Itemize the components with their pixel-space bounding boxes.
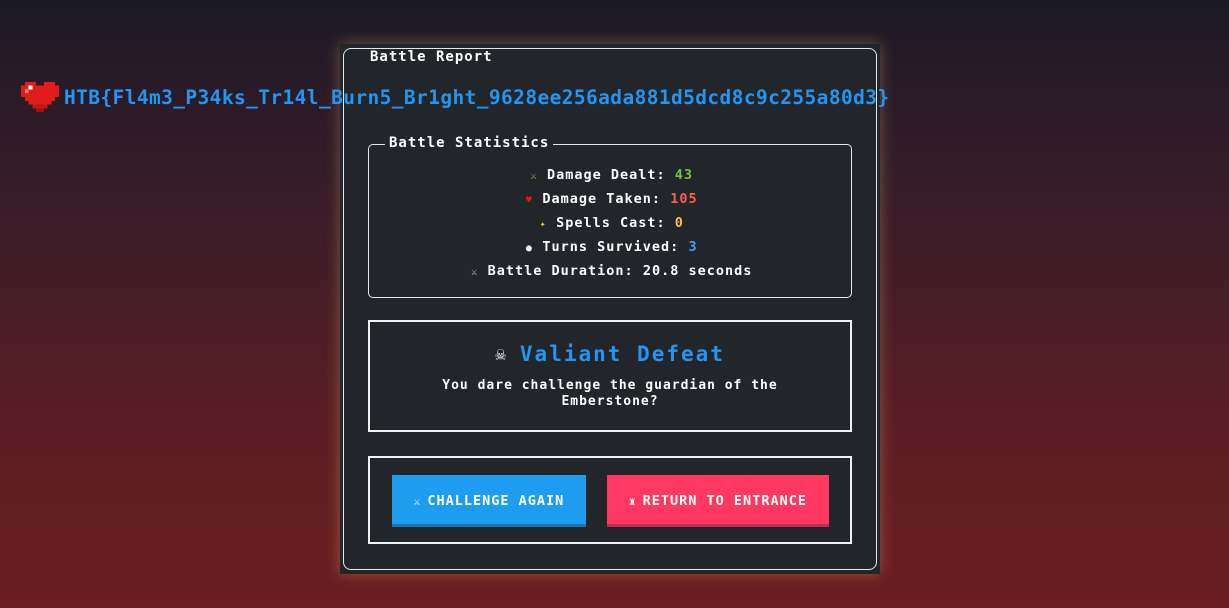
stat-value: 3 <box>688 239 698 255</box>
heart-icon: ♥ <box>525 195 533 206</box>
stat-value: 105 <box>670 191 698 207</box>
challenge-again-label: CHALLENGE AGAIN <box>427 492 565 509</box>
crossed-swords-icon: ⚔ <box>471 267 479 278</box>
result-title: Valiant Defeat <box>519 342 725 366</box>
stat-damage-dealt: ⚔ Damage Dealt: 43 <box>369 167 851 183</box>
flag-text: HTB{Fl4m3_P34ks_Tr14l_Burn5_Br1ght_9628e… <box>64 85 890 109</box>
action-buttons: ⚔ CHALLENGE AGAIN ♜ RETURN TO ENTRANCE <box>368 456 852 544</box>
battle-statistics-title: Battle Statistics <box>385 135 554 151</box>
stat-spells-cast: ✦ Spells Cast: 0 <box>369 215 851 231</box>
stat-label: Spells Cast: <box>556 215 666 231</box>
stat-value: 20.8 seconds <box>642 263 753 279</box>
challenge-again-button[interactable]: ⚔ CHALLENGE AGAIN <box>392 475 586 527</box>
stat-label: Damage Dealt: <box>546 167 666 183</box>
stopwatch-icon: ● <box>525 243 533 254</box>
battle-report-title: Battle Report <box>366 49 497 65</box>
stat-damage-taken: ♥ Damage Taken: 105 <box>369 191 851 207</box>
stat-label: Battle Duration: <box>487 263 634 279</box>
sword-icon: ⚔ <box>530 171 538 182</box>
castle-icon: ♜ <box>629 494 637 508</box>
skull-icon: ☠ <box>495 344 508 365</box>
stat-value: 43 <box>674 167 694 183</box>
sparkle-icon: ✦ <box>539 219 547 230</box>
result-heading: ☠ Valiant Defeat <box>370 342 850 366</box>
stat-label: Turns Survived: <box>542 239 680 255</box>
battle-report-panel: Battle Report Battle Statistics ⚔ Damage … <box>340 44 880 574</box>
crossed-swords-icon: ⚔ <box>413 494 422 508</box>
battle-statistics: Battle Statistics ⚔ Damage Dealt: 43 ♥ Dam… <box>368 135 852 298</box>
return-to-entrance-button[interactable]: ♜ RETURN TO ENTRANCE <box>607 475 829 527</box>
stat-label: Damage Taken: <box>542 191 662 207</box>
battle-result: ☠ Valiant Defeat You dare challenge the g… <box>368 320 852 432</box>
flag-banner: HTB{Fl4m3_P34ks_Tr14l_Burn5_Br1ght_9628e… <box>20 78 890 116</box>
return-to-entrance-label: RETURN TO ENTRANCE <box>642 492 807 509</box>
result-message: You dare challenge the guardian of the E… <box>442 378 778 409</box>
stat-value: 0 <box>674 215 684 231</box>
heart-icon <box>21 81 59 113</box>
stat-turns-survived: ● Turns Survived: 3 <box>369 239 851 255</box>
stat-battle-duration: ⚔ Battle Duration: 20.8 seconds <box>369 263 851 279</box>
